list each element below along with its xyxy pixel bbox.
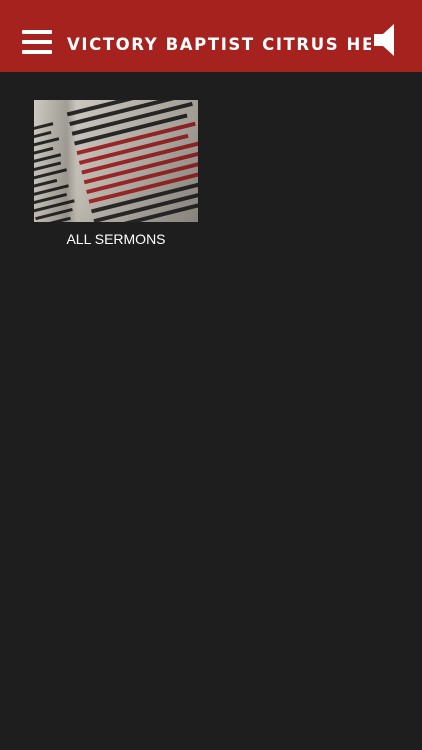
menu-bar <box>22 40 52 44</box>
sermon-category-tile[interactable]: ALL SERMONS <box>34 100 198 248</box>
app-header: VICTORY BAPTIST CITRUS HEIGHTS <box>0 0 422 72</box>
menu-bar <box>22 30 52 34</box>
page-title: VICTORY BAPTIST CITRUS HEIGHTS <box>67 35 371 54</box>
speaker-icon[interactable] <box>372 23 402 57</box>
hamburger-menu-icon[interactable] <box>22 30 52 54</box>
page-title-container: VICTORY BAPTIST CITRUS HEIGHTS <box>67 33 371 57</box>
main-content: ALL SERMONS <box>0 72 422 750</box>
bible-page-image <box>34 100 198 222</box>
menu-bar <box>22 50 52 54</box>
tile-label: ALL SERMONS <box>66 231 166 247</box>
